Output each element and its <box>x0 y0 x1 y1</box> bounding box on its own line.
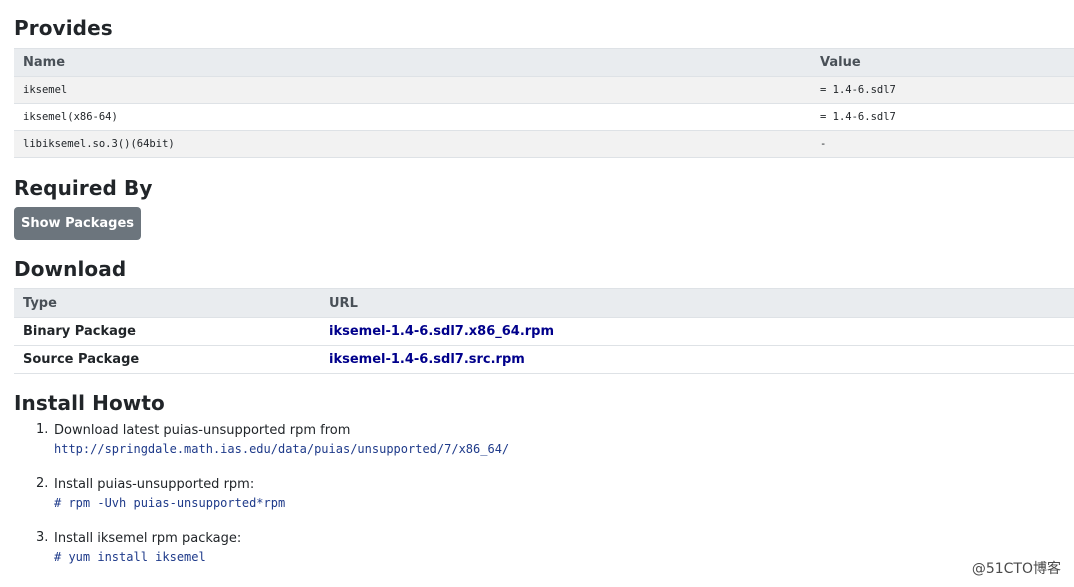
show-packages-button[interactable]: Show Packages <box>14 207 141 240</box>
list-item: 3. Install iksemel rpm package: # yum in… <box>14 530 509 566</box>
watermark: @51CTO博客 <box>968 557 1064 579</box>
column-header-value: Value <box>811 48 1074 77</box>
provides-name: iksemel(x86-64) <box>14 103 811 131</box>
provides-name: iksemel <box>14 76 811 104</box>
table-row: iksemel = 1.4-6.sdl7 <box>14 76 1074 104</box>
step-number: 2. <box>36 476 49 491</box>
column-header-url: URL <box>320 288 1074 318</box>
step-text: Download latest puias-unsupported rpm fr… <box>54 423 351 438</box>
step-number: 3. <box>36 530 49 545</box>
list-item: 2. Install puias-unsupported rpm: # rpm … <box>14 476 509 512</box>
download-type: Source Package <box>14 345 320 374</box>
source-package-link[interactable]: iksemel-1.4-6.sdl7.src.rpm <box>329 352 525 367</box>
table-row: Binary Package iksemel-1.4-6.sdl7.x86_64… <box>14 317 1074 346</box>
provides-name: libiksemel.so.3()(64bit) <box>14 130 811 158</box>
step-code: # yum install iksemel <box>54 550 206 564</box>
download-header-row: Type URL <box>14 288 1074 318</box>
provides-heading: Provides <box>14 16 113 40</box>
step-code: http://springdale.math.ias.edu/data/puia… <box>54 442 510 456</box>
install-howto-heading: Install Howto <box>14 391 165 415</box>
provides-value: = 1.4-6.sdl7 <box>811 103 1074 131</box>
download-type: Binary Package <box>14 317 320 346</box>
table-row: iksemel(x86-64) = 1.4-6.sdl7 <box>14 103 1074 131</box>
download-url-cell: iksemel-1.4-6.sdl7.x86_64.rpm <box>320 317 1074 346</box>
step-text: Install puias-unsupported rpm: <box>54 477 255 492</box>
download-heading: Download <box>14 257 127 281</box>
provides-value: = 1.4-6.sdl7 <box>811 76 1074 104</box>
required-by-heading: Required By <box>14 176 153 200</box>
column-header-type: Type <box>14 288 320 318</box>
provides-header-row: Name Value <box>14 48 1074 77</box>
column-header-name: Name <box>14 48 811 77</box>
download-url-cell: iksemel-1.4-6.sdl7.src.rpm <box>320 345 1074 374</box>
list-item: 1. Download latest puias-unsupported rpm… <box>14 422 509 458</box>
table-row: libiksemel.so.3()(64bit) - <box>14 130 1074 158</box>
provides-table: Name Value iksemel = 1.4-6.sdl7 iksemel(… <box>14 48 1074 158</box>
step-number: 1. <box>36 422 49 437</box>
binary-package-link[interactable]: iksemel-1.4-6.sdl7.x86_64.rpm <box>329 324 554 339</box>
download-table: Type URL Binary Package iksemel-1.4-6.sd… <box>14 288 1074 374</box>
step-code: # rpm -Uvh puias-unsupported*rpm <box>54 496 286 510</box>
step-text: Install iksemel rpm package: <box>54 531 242 546</box>
table-row: Source Package iksemel-1.4-6.sdl7.src.rp… <box>14 345 1074 374</box>
provides-value: - <box>811 130 1074 158</box>
install-steps-list: 1. Download latest puias-unsupported rpm… <box>14 422 509 584</box>
